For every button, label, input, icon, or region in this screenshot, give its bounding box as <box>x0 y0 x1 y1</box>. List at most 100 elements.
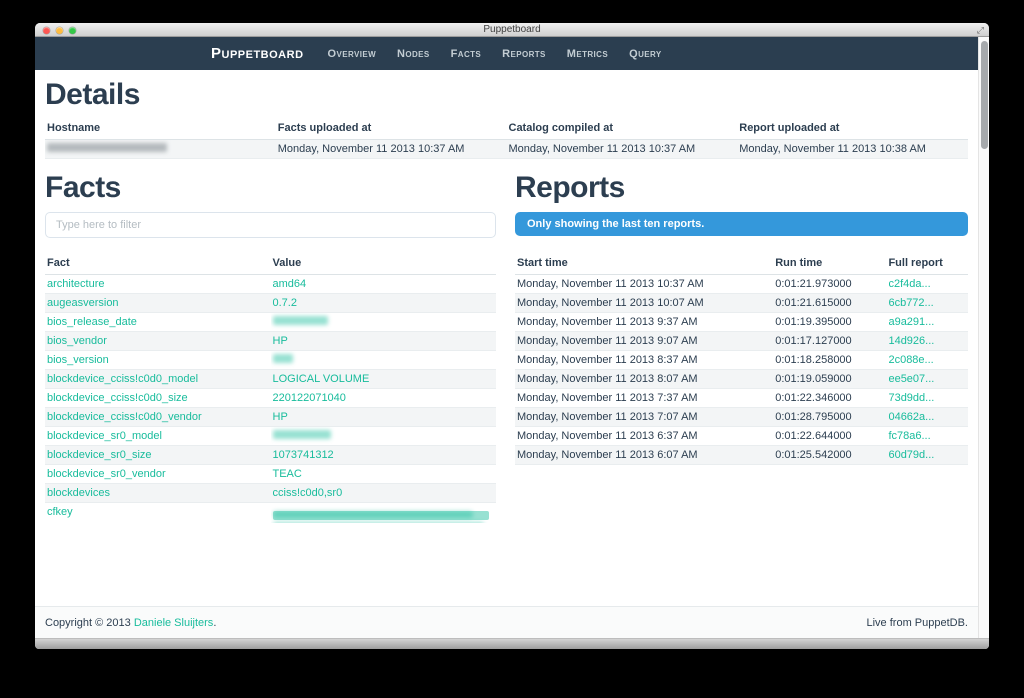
fact-name-link[interactable]: blockdevice_cciss!c0d0_vendor <box>47 411 202 423</box>
fact-row: bios_vendor HP <box>45 332 496 351</box>
fact-row: blockdevices cciss!c0d0,sr0 <box>45 484 496 503</box>
navbar: Puppetboard Overview Nodes Facts Reports… <box>35 37 978 70</box>
fact-name-link[interactable]: bios_version <box>47 354 109 366</box>
fact-name-link[interactable]: blockdevice_sr0_size <box>47 449 152 461</box>
fact-value-redacted <box>273 511 489 520</box>
report-hash-link[interactable]: 2c088e... <box>888 354 933 366</box>
fact-name-link[interactable]: bios_vendor <box>47 335 107 347</box>
navbar-brand[interactable]: Puppetboard <box>211 45 304 62</box>
fact-value-link[interactable]: amd64 <box>273 278 307 290</box>
fact-row: augeasversion 0.7.2 <box>45 294 496 313</box>
report-row: Monday, November 11 2013 8:07 AM 0:01:19… <box>515 370 968 389</box>
reports-table: Start time Run time Full report Monday, … <box>515 251 968 465</box>
report-run-time: 0:01:17.127000 <box>773 332 886 351</box>
fact-row: blockdevice_cciss!c0d0_model LOGICAL VOL… <box>45 370 496 389</box>
report-run-time: 0:01:19.059000 <box>773 370 886 389</box>
nav-item[interactable]: Metrics <box>567 48 608 60</box>
fact-value-link[interactable]: 1073741312 <box>273 449 334 461</box>
fact-value-link[interactable]: HP <box>273 335 288 347</box>
report-row: Monday, November 11 2013 10:07 AM 0:01:2… <box>515 294 968 313</box>
report-hash-link[interactable]: 73d9dd... <box>888 392 934 404</box>
fullscreen-icon[interactable]: ⤢ <box>977 23 984 37</box>
details-row: Monday, November 11 2013 10:37 AM Monday… <box>45 140 968 159</box>
report-hash-link[interactable]: ee5e07... <box>888 373 934 385</box>
details-col-facts-uploaded: Facts uploaded at <box>276 116 507 140</box>
fact-value-redacted <box>273 316 328 325</box>
facts-col-value: Value <box>271 251 497 275</box>
minimize-button[interactable] <box>56 27 63 34</box>
navbar-items: Overview Nodes Facts Reports Metrics Que… <box>328 48 662 60</box>
window-title: Puppetboard <box>35 23 989 37</box>
report-row: Monday, November 11 2013 9:37 AM 0:01:19… <box>515 313 968 332</box>
fact-value-link[interactable]: TEAC <box>273 468 302 480</box>
report-hash-link[interactable]: 60d79d... <box>888 449 934 461</box>
report-start-time: Monday, November 11 2013 9:07 AM <box>515 332 773 351</box>
fact-row: blockdevice_cciss!c0d0_vendor HP <box>45 408 496 427</box>
scrollbar-track[interactable] <box>978 37 989 638</box>
report-start-time: Monday, November 11 2013 10:07 AM <box>515 294 773 313</box>
facts-filter-input[interactable] <box>45 212 496 238</box>
fact-value-link[interactable]: cciss!c0d0,sr0 <box>273 487 343 499</box>
reports-col-runtime: Run time <box>773 251 886 275</box>
fact-row: blockdevice_cciss!c0d0_size 220122071040 <box>45 389 496 408</box>
fact-name-link[interactable]: blockdevices <box>47 487 110 499</box>
report-row: Monday, November 11 2013 6:37 AM 0:01:22… <box>515 427 968 446</box>
report-run-time: 0:01:25.542000 <box>773 446 886 465</box>
zoom-button[interactable] <box>69 27 76 34</box>
fact-row: cfkey <box>45 503 496 523</box>
fact-name-link[interactable]: blockdevice_sr0_model <box>47 430 162 442</box>
scrollbar-thumb[interactable] <box>981 41 988 149</box>
close-button[interactable] <box>43 27 50 34</box>
nav-item[interactable]: Facts <box>451 48 482 60</box>
fact-name-link[interactable]: augeasversion <box>47 297 119 309</box>
fact-value-link[interactable]: LOGICAL VOLUME <box>273 373 370 385</box>
report-hash-link[interactable]: 14d926... <box>888 335 934 347</box>
reports-alert: Only showing the last ten reports. <box>515 212 968 236</box>
author-link[interactable]: Daniele Sluijters <box>134 617 213 629</box>
fact-name-link[interactable]: cfkey <box>47 506 73 518</box>
report-hash-link[interactable]: c2f4da... <box>888 278 930 290</box>
report-run-time: 0:01:28.795000 <box>773 408 886 427</box>
fact-value-link[interactable]: HP <box>273 411 288 423</box>
nav-item[interactable]: Nodes <box>397 48 430 60</box>
report-run-time: 0:01:19.395000 <box>773 313 886 332</box>
report-row: Monday, November 11 2013 10:37 AM 0:01:2… <box>515 275 968 294</box>
traffic-lights <box>43 23 76 37</box>
fact-name-link[interactable]: blockdevice_cciss!c0d0_size <box>47 392 188 404</box>
app-window: Puppetboard ⤢ Puppetboard Overview Nodes… <box>35 23 989 649</box>
fact-value-link[interactable]: 220122071040 <box>273 392 346 404</box>
facts-table: Fact Value architecture <box>45 251 496 523</box>
fact-name-link[interactable]: blockdevice_cciss!c0d0_model <box>47 373 198 385</box>
footer: Copyright © 2013 Daniele Sluijters. Live… <box>35 606 978 638</box>
nav-item[interactable]: Reports <box>502 48 546 60</box>
report-run-time: 0:01:21.973000 <box>773 275 886 294</box>
reports-col-full: Full report <box>886 251 968 275</box>
report-row: Monday, November 11 2013 7:37 AM 0:01:22… <box>515 389 968 408</box>
report-hash-link[interactable]: a9a291... <box>888 316 934 328</box>
hostname-redacted <box>47 143 167 152</box>
report-hash-link[interactable]: 6cb772... <box>888 297 933 309</box>
report-row: Monday, November 11 2013 8:37 AM 0:01:18… <box>515 351 968 370</box>
nav-item[interactable]: Query <box>629 48 662 60</box>
nav-item[interactable]: Overview <box>328 48 377 60</box>
reports-heading: Reports <box>515 171 968 205</box>
report-start-time: Monday, November 11 2013 6:37 AM <box>515 427 773 446</box>
details-col-report-uploaded: Report uploaded at <box>737 116 968 140</box>
details-col-catalog-compiled: Catalog compiled at <box>507 116 738 140</box>
report-hash-link[interactable]: 04662a... <box>888 411 934 423</box>
window-bottom-edge[interactable] <box>35 638 989 649</box>
copyright-text: Copyright © 2013 <box>45 617 134 629</box>
report-start-time: Monday, November 11 2013 8:07 AM <box>515 370 773 389</box>
fact-name-link[interactable]: bios_release_date <box>47 316 137 328</box>
facts-uploaded-value: Monday, November 11 2013 10:37 AM <box>276 140 507 159</box>
fact-name-link[interactable]: blockdevice_sr0_vendor <box>47 468 166 480</box>
fact-name-link[interactable]: architecture <box>47 278 104 290</box>
copyright-period: . <box>213 617 216 629</box>
report-row: Monday, November 11 2013 9:07 AM 0:01:17… <box>515 332 968 351</box>
window-titlebar[interactable]: Puppetboard ⤢ <box>35 23 989 37</box>
report-run-time: 0:01:21.615000 <box>773 294 886 313</box>
fact-value-link[interactable]: 0.7.2 <box>273 297 297 309</box>
report-start-time: Monday, November 11 2013 10:37 AM <box>515 275 773 294</box>
reports-col-start: Start time <box>515 251 773 275</box>
report-hash-link[interactable]: fc78a6... <box>888 430 930 442</box>
